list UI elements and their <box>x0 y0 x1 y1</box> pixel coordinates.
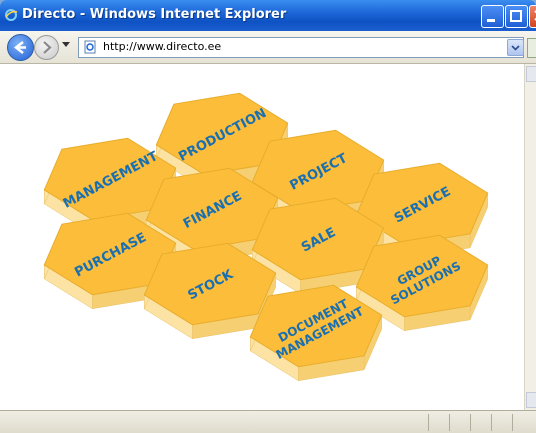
address-dropdown-button[interactable] <box>507 39 524 56</box>
close-button[interactable] <box>529 5 536 28</box>
status-bar <box>0 410 536 433</box>
module-honeycomb: PRODUCTIONPROJECTMANAGEMENT SERVICEFINANC… <box>43 92 489 382</box>
ie-logo-icon <box>5 9 18 21</box>
title-bar[interactable]: Directo - Windows Internet Explorer <box>0 0 536 31</box>
minimize-icon <box>487 19 495 22</box>
minimize-button[interactable] <box>481 5 504 28</box>
scroll-down-button[interactable] <box>526 392 536 408</box>
address-bar[interactable]: http://www.directo.ee <box>78 37 524 58</box>
status-divider <box>449 414 450 431</box>
vertical-scrollbar[interactable] <box>524 64 536 410</box>
navigation-bar: http://www.directo.ee <box>0 31 536 64</box>
forward-button[interactable] <box>34 35 59 60</box>
maximize-icon <box>510 10 522 22</box>
status-divider <box>428 414 429 431</box>
forward-arrow-icon <box>43 41 52 54</box>
page-icon <box>84 40 96 54</box>
scroll-up-button[interactable] <box>526 66 536 82</box>
maximize-button[interactable] <box>505 5 528 28</box>
close-icon <box>534 10 536 21</box>
address-text: http://www.directo.ee <box>103 40 222 53</box>
page-content: PRODUCTION PROJECT MANAGEMENT SERVICE FINANC… <box>0 64 524 410</box>
back-button[interactable] <box>7 34 34 61</box>
status-divider <box>470 414 471 431</box>
go-button[interactable] <box>527 38 536 58</box>
status-divider <box>491 414 492 431</box>
chevron-down-icon <box>511 45 520 51</box>
dropdown-arrow-icon[interactable] <box>62 42 70 48</box>
browser-window: Directo - Windows Internet Explorer http… <box>0 0 536 433</box>
back-arrow-icon <box>13 41 26 54</box>
status-divider <box>512 414 513 431</box>
window-title: Directo - Windows Internet Explorer <box>22 7 287 22</box>
